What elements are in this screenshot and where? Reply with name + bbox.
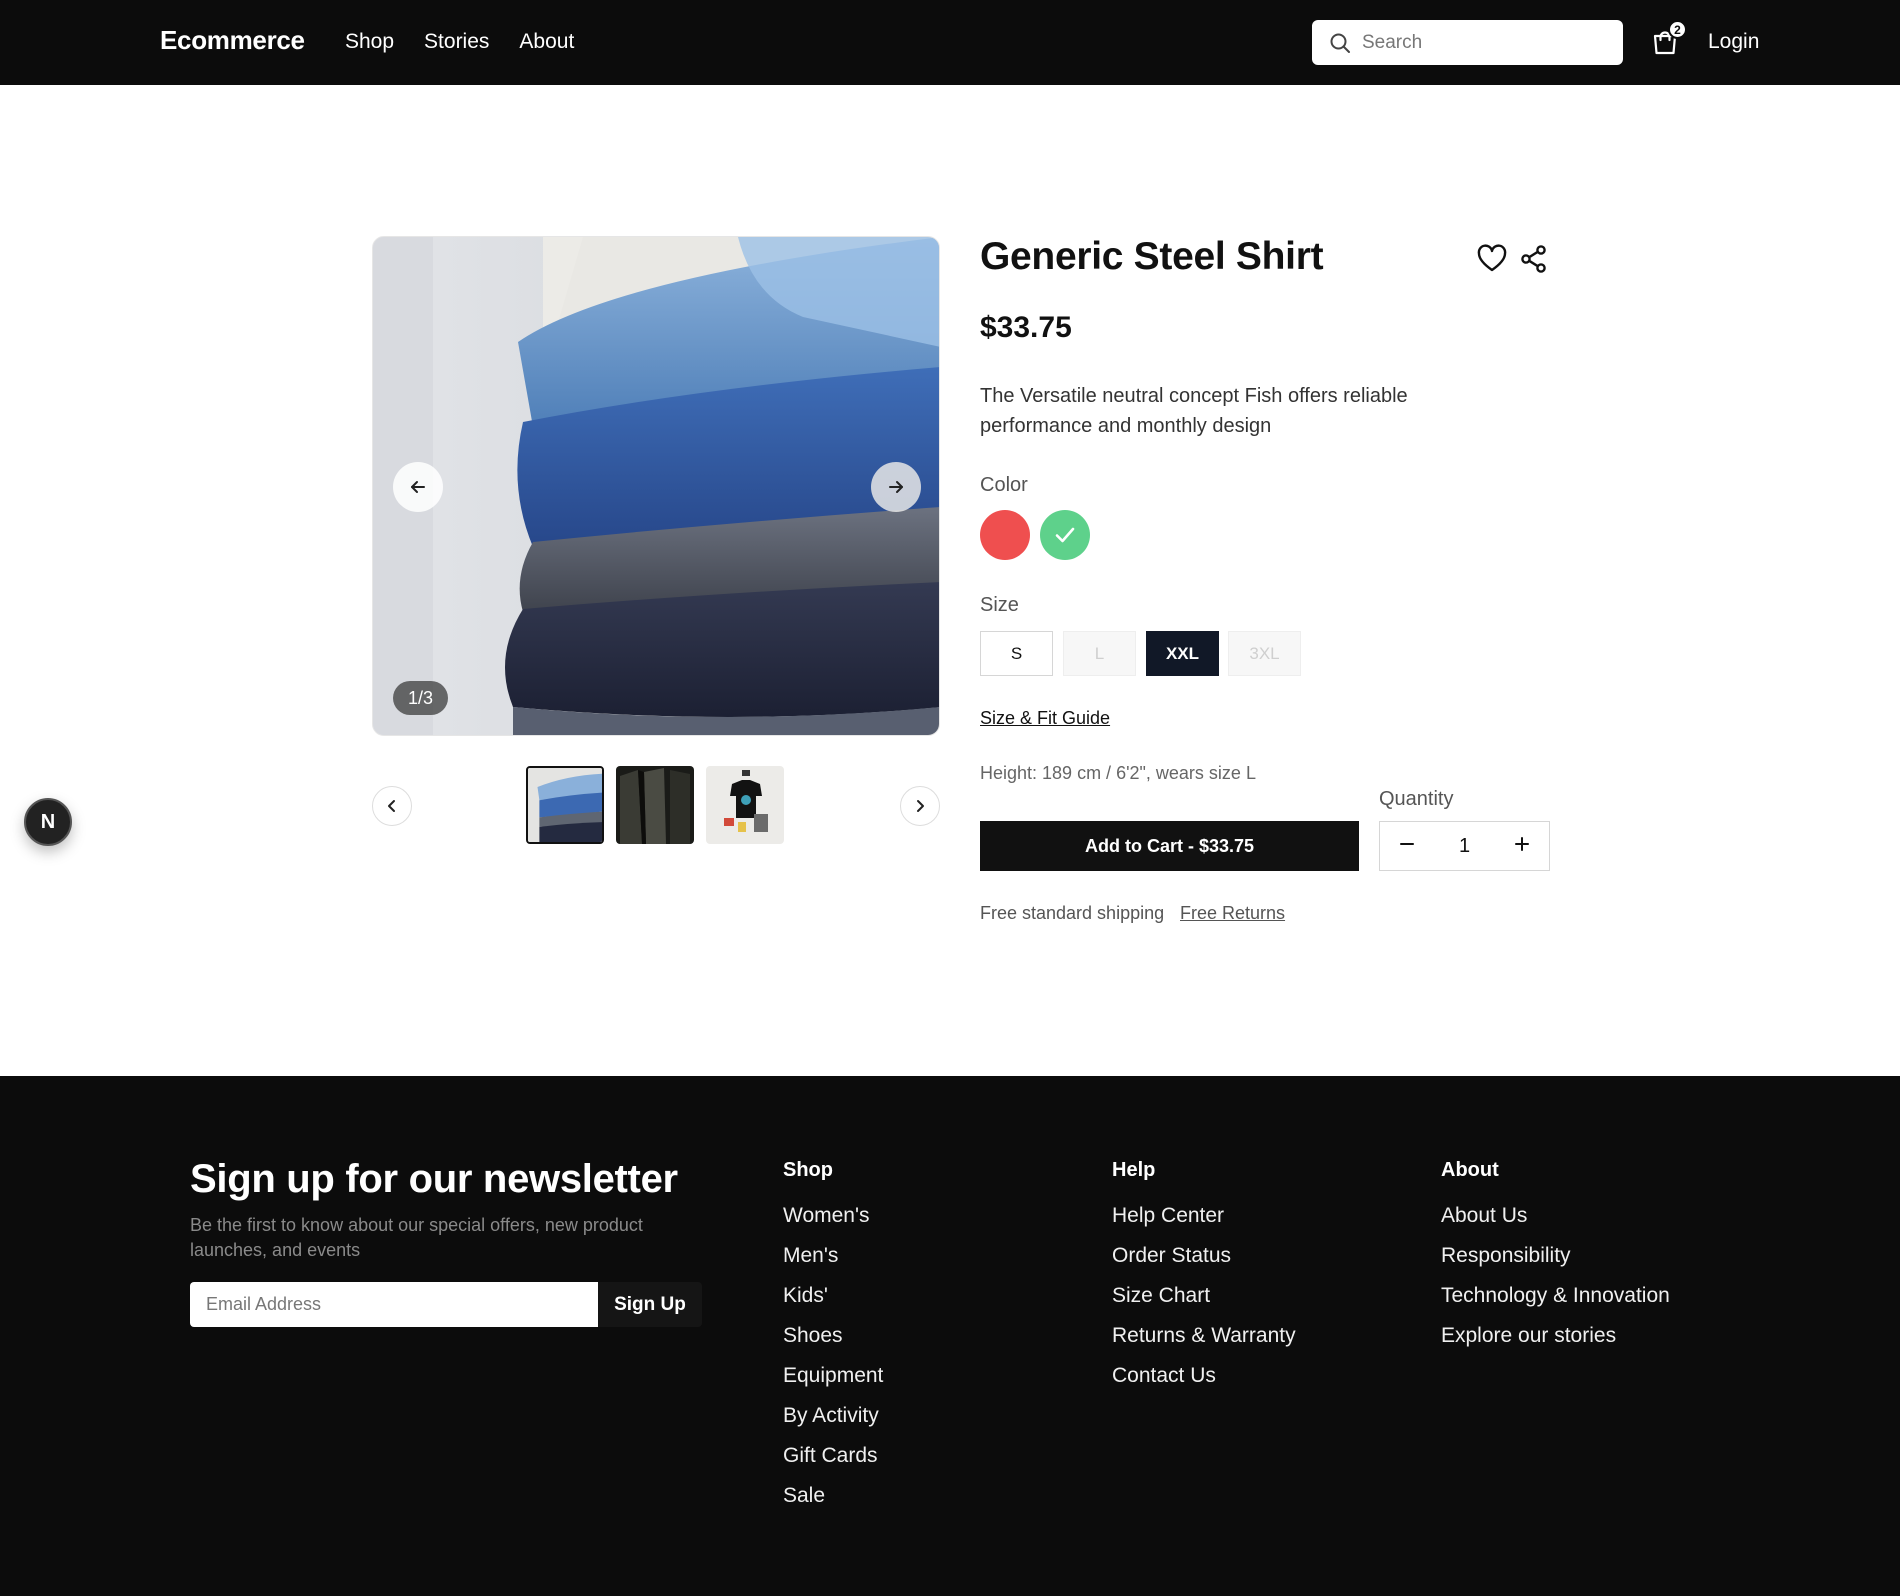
newsletter-title: Sign up for our newsletter <box>190 1157 678 1201</box>
footer-column-about: About About Us Responsibility Technology… <box>1441 1159 1670 1363</box>
footer-column-title: Help <box>1112 1159 1156 1181</box>
size-option-xxl[interactable]: XXL <box>1146 631 1219 676</box>
add-to-cart-button[interactable]: Add to Cart - $33.75 <box>980 821 1359 871</box>
footer-column-title: About <box>1441 1159 1499 1181</box>
quantity-stepper: 1 <box>1379 821 1550 871</box>
thumbnails-next-button[interactable] <box>900 786 940 826</box>
wishlist-button[interactable] <box>1476 243 1508 275</box>
size-option-3xl: 3XL <box>1228 631 1301 676</box>
footer-link[interactable]: Shoes <box>783 1323 883 1363</box>
nav-shop[interactable]: Shop <box>345 30 394 54</box>
footer-link[interactable]: Equipment <box>783 1363 883 1403</box>
carousel-next-button[interactable] <box>871 462 921 512</box>
color-swatch-green[interactable] <box>1040 510 1090 560</box>
footer-link[interactable]: Technology & Innovation <box>1441 1283 1670 1323</box>
top-nav-bar: Ecommerce Shop Stories About 2 Login <box>0 0 1900 85</box>
shipping-info: Free standard shipping <box>980 903 1165 923</box>
product-photo-folded-jeans <box>373 237 939 735</box>
thumbnail-jeans-image <box>528 768 602 842</box>
chevron-right-icon <box>917 800 924 812</box>
dev-tools-badge[interactable]: N <box>24 798 72 846</box>
newsletter-email-input[interactable] <box>190 1282 598 1327</box>
login-link[interactable]: Login <box>1708 30 1759 54</box>
footer-link[interactable]: Explore our stories <box>1441 1323 1670 1363</box>
thumbnail-outfit-image <box>706 766 784 844</box>
newsletter-signup-button[interactable]: Sign Up <box>598 1282 702 1327</box>
color-label: Color <box>980 474 1028 496</box>
footer-link[interactable]: Size Chart <box>1112 1283 1296 1323</box>
product-title: Generic Steel Shirt <box>980 235 1324 278</box>
size-option-s[interactable]: S <box>980 631 1053 676</box>
size-fit-guide-link[interactable]: Size & Fit Guide <box>980 708 1110 729</box>
thumbnail-strip <box>372 766 940 846</box>
cart-button[interactable]: 2 <box>1652 20 1687 58</box>
share-button[interactable] <box>1518 243 1550 275</box>
quantity-label: Quantity <box>1379 788 1454 810</box>
main-nav: Shop Stories About <box>345 30 574 54</box>
free-returns-link[interactable]: Free Returns <box>1180 903 1285 924</box>
carousel-prev-button[interactable] <box>393 462 443 512</box>
search-box[interactable] <box>1312 20 1623 65</box>
brand-logo[interactable]: Ecommerce <box>160 25 305 56</box>
footer-link[interactable]: Returns & Warranty <box>1112 1323 1296 1363</box>
quantity-value: 1 <box>1458 834 1471 857</box>
quantity-decrement-button[interactable] <box>1398 835 1416 858</box>
site-footer: Sign up for our newsletter Be the first … <box>0 1076 1900 1596</box>
thumbnail-jackets-image <box>616 766 694 844</box>
footer-link[interactable]: Gift Cards <box>783 1443 883 1483</box>
footer-column-help: Help Help Center Order Status Size Chart… <box>1112 1159 1296 1403</box>
size-label: Size <box>980 594 1019 616</box>
nav-about[interactable]: About <box>519 30 574 54</box>
footer-link[interactable]: Help Center <box>1112 1203 1296 1243</box>
size-option-l: L <box>1063 631 1136 676</box>
arrow-right-icon <box>889 481 903 493</box>
color-swatch-red[interactable] <box>980 510 1030 560</box>
arrow-left-icon <box>411 481 425 493</box>
checkmark-icon <box>1055 527 1075 543</box>
footer-column-shop: Shop Women's Men's Kids' Shoes Equipment… <box>783 1159 883 1523</box>
plus-icon <box>1515 836 1529 851</box>
chevron-left-icon <box>388 800 395 812</box>
footer-link[interactable]: Order Status <box>1112 1243 1296 1283</box>
model-size-info: Height: 189 cm / 6'2", wears size L <box>980 763 1256 783</box>
quantity-increment-button[interactable] <box>1513 835 1531 858</box>
footer-link[interactable]: Contact Us <box>1112 1363 1296 1403</box>
nav-stories[interactable]: Stories <box>424 30 489 54</box>
thumbnail-3[interactable] <box>706 766 784 844</box>
product-price: $33.75 <box>980 311 1072 344</box>
footer-link[interactable]: By Activity <box>783 1403 883 1443</box>
footer-link[interactable]: Sale <box>783 1483 883 1523</box>
minus-icon <box>1400 842 1414 845</box>
footer-column-title: Shop <box>783 1159 833 1181</box>
footer-link[interactable]: Responsibility <box>1441 1243 1670 1283</box>
image-counter: 1/3 <box>393 681 448 715</box>
heart-icon <box>1477 244 1507 272</box>
share-icon <box>1521 245 1546 273</box>
search-icon <box>1330 33 1350 53</box>
footer-link[interactable]: Men's <box>783 1243 883 1283</box>
thumbnail-2[interactable] <box>616 766 694 844</box>
search-input[interactable] <box>1362 31 1612 54</box>
footer-link[interactable]: Women's <box>783 1203 883 1243</box>
footer-link[interactable]: About Us <box>1441 1203 1670 1243</box>
product-description: The Versatile neutral concept Fish offer… <box>980 385 1408 437</box>
newsletter-subtitle: Be the first to know about our special o… <box>190 1215 643 1260</box>
product-image-carousel[interactable]: 1/3 <box>372 236 940 736</box>
cart-count-badge: 2 <box>1668 20 1687 39</box>
footer-link[interactable]: Kids' <box>783 1283 883 1323</box>
thumbnails-prev-button[interactable] <box>372 786 412 826</box>
thumbnail-1[interactable] <box>526 766 604 844</box>
